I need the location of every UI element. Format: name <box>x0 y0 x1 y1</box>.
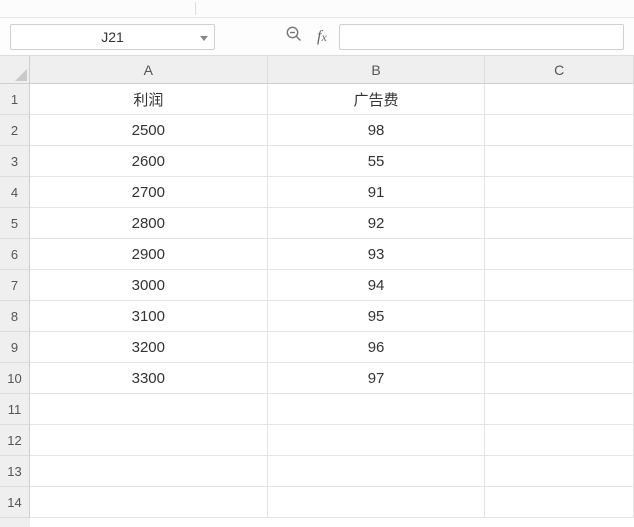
row-header[interactable]: 9 <box>0 332 30 363</box>
cell[interactable] <box>30 487 268 518</box>
cell[interactable]: 91 <box>268 177 486 208</box>
cell[interactable] <box>485 394 634 425</box>
cell[interactable]: 2500 <box>30 115 268 146</box>
cell[interactable] <box>268 425 486 456</box>
column-header-A[interactable]: A <box>30 56 268 84</box>
spreadsheet-grid: 1234567891011121314 A B C 利润广告费250098260… <box>0 56 634 527</box>
ribbon-strip <box>0 0 634 18</box>
cell[interactable]: 95 <box>268 301 486 332</box>
cell[interactable] <box>485 301 634 332</box>
table-row: 利润广告费 <box>30 84 634 115</box>
cell[interactable] <box>485 487 634 518</box>
cell[interactable] <box>268 456 486 487</box>
cell[interactable]: 利润 <box>30 84 268 115</box>
row-header[interactable]: 7 <box>0 270 30 301</box>
column-header-row: A B C <box>30 56 634 84</box>
row-header[interactable]: 12 <box>0 425 30 456</box>
table-row: 250098 <box>30 115 634 146</box>
table-row <box>30 394 634 425</box>
cell[interactable] <box>485 84 634 115</box>
cell[interactable]: 广告费 <box>268 84 486 115</box>
row-header[interactable]: 2 <box>0 115 30 146</box>
name-box[interactable]: J21 <box>10 24 215 50</box>
chevron-down-icon[interactable] <box>200 29 208 45</box>
cell[interactable]: 96 <box>268 332 486 363</box>
row-header[interactable]: 5 <box>0 208 30 239</box>
table-row <box>30 456 634 487</box>
cell[interactable]: 3100 <box>30 301 268 332</box>
cell[interactable] <box>485 177 634 208</box>
toolbar-divider <box>195 2 196 15</box>
fx-icon[interactable]: fx <box>317 28 327 46</box>
cell[interactable] <box>485 363 634 394</box>
cell[interactable] <box>485 456 634 487</box>
row-header[interactable]: 8 <box>0 301 30 332</box>
cell[interactable]: 2600 <box>30 146 268 177</box>
cell[interactable]: 3200 <box>30 332 268 363</box>
cell[interactable]: 3300 <box>30 363 268 394</box>
cell[interactable]: 92 <box>268 208 486 239</box>
cell[interactable] <box>485 270 634 301</box>
row-header[interactable]: 1 <box>0 84 30 115</box>
row-header[interactable]: 3 <box>0 146 30 177</box>
cell[interactable] <box>268 487 486 518</box>
row-header[interactable]: 4 <box>0 177 30 208</box>
formula-input[interactable] <box>339 24 624 50</box>
column-header-C[interactable]: C <box>485 56 634 84</box>
table-row: 260055 <box>30 146 634 177</box>
table-row <box>30 425 634 456</box>
cell[interactable] <box>485 332 634 363</box>
row-header[interactable]: 6 <box>0 239 30 270</box>
formula-bar: J21 fx <box>0 18 634 56</box>
cell[interactable]: 97 <box>268 363 486 394</box>
name-box-value: J21 <box>101 29 124 45</box>
cell[interactable]: 3000 <box>30 270 268 301</box>
formula-bar-icons: fx <box>285 25 327 48</box>
cell[interactable] <box>485 146 634 177</box>
row-header[interactable]: 11 <box>0 394 30 425</box>
table-row: 270091 <box>30 177 634 208</box>
table-row <box>30 487 634 518</box>
table-row: 330097 <box>30 363 634 394</box>
column-header-B[interactable]: B <box>268 56 486 84</box>
cell[interactable]: 94 <box>268 270 486 301</box>
cell[interactable]: 2900 <box>30 239 268 270</box>
table-row: 320096 <box>30 332 634 363</box>
cell[interactable]: 55 <box>268 146 486 177</box>
cell[interactable]: 98 <box>268 115 486 146</box>
cell[interactable] <box>485 115 634 146</box>
cell[interactable] <box>485 239 634 270</box>
cell[interactable]: 93 <box>268 239 486 270</box>
table-row: 310095 <box>30 301 634 332</box>
cell[interactable]: 2700 <box>30 177 268 208</box>
row-header[interactable]: 10 <box>0 363 30 394</box>
row-header-gutter: 1234567891011121314 <box>0 56 30 527</box>
cell[interactable] <box>30 394 268 425</box>
cell[interactable] <box>30 425 268 456</box>
cell[interactable] <box>485 425 634 456</box>
table-row: 280092 <box>30 208 634 239</box>
cell[interactable] <box>30 456 268 487</box>
cell[interactable]: 2800 <box>30 208 268 239</box>
zoom-icon[interactable] <box>285 25 303 48</box>
table-row: 290093 <box>30 239 634 270</box>
row-header[interactable]: 14 <box>0 487 30 518</box>
table-row: 300094 <box>30 270 634 301</box>
cell[interactable] <box>485 208 634 239</box>
row-header[interactable]: 13 <box>0 456 30 487</box>
grid-body: A B C 利润广告费25009826005527009128009229009… <box>30 56 634 527</box>
cell[interactable] <box>268 394 486 425</box>
select-all-corner[interactable] <box>0 56 30 84</box>
